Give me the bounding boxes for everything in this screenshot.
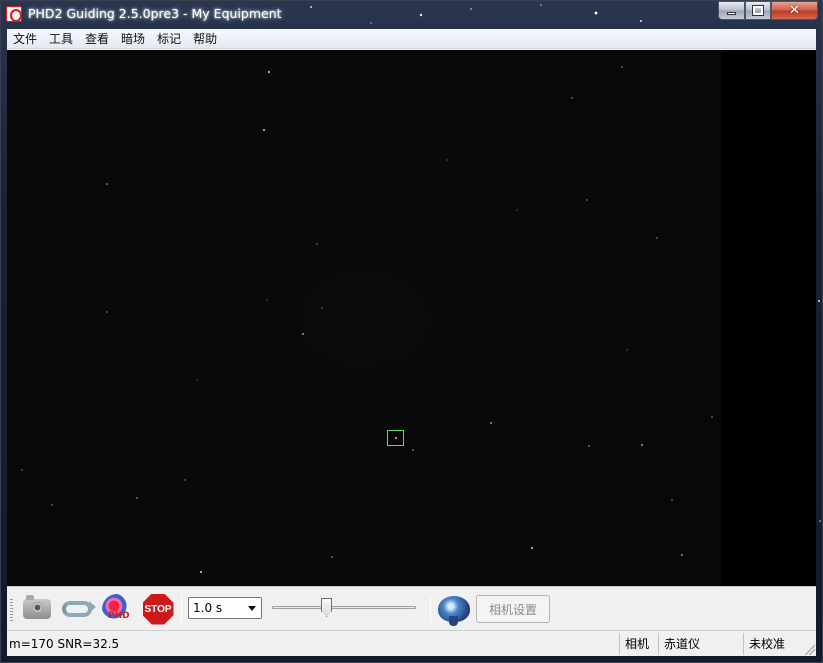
menu-file[interactable]: 文件 [7, 29, 43, 49]
star-field-stars [21, 66, 713, 573]
menu-darks[interactable]: 暗场 [115, 29, 151, 49]
menu-bookmarks[interactable]: 标记 [151, 29, 187, 49]
window-title: PHD2 Guiding 2.5.0pre3 - My Equipment [28, 6, 282, 21]
camera-settings-button[interactable]: 相机设置 [476, 595, 550, 623]
menu-help[interactable]: 帮助 [187, 29, 223, 49]
phd-logo-text: PHD [108, 611, 130, 621]
loop-icon [62, 601, 96, 617]
main-toolbar: PHD STOP 1.0 s 相机设置 [7, 586, 816, 630]
chevron-down-icon [248, 606, 256, 611]
toolbar-separator [430, 595, 431, 623]
minimize-icon [727, 12, 736, 15]
minimize-button[interactable] [718, 1, 745, 20]
mount-status: 赤道仪 [658, 633, 714, 655]
loop-exposure-button[interactable] [60, 593, 96, 625]
phd2-window: PHD2 Guiding 2.5.0pre3 - My Equipment ✕ … [0, 0, 823, 663]
connect-camera-button[interactable] [20, 593, 54, 625]
title-bar: PHD2 Guiding 2.5.0pre3 - My Equipment ✕ [1, 1, 823, 28]
start-guiding-button[interactable]: PHD [100, 593, 134, 625]
slider-track [272, 606, 416, 609]
guide-star-selection-box [387, 430, 404, 446]
brain-icon [438, 596, 470, 626]
close-button[interactable]: ✕ [771, 1, 818, 20]
phd2-app-icon[interactable] [6, 6, 22, 22]
guide-image-viewer[interactable] [7, 50, 816, 586]
window-controls: ✕ [718, 1, 818, 20]
maximize-button[interactable] [745, 1, 771, 20]
client-area: 文件 工具 查看 暗场 标记 帮助 PHD STOP 1.0 s 相机设置 m=… [7, 29, 816, 656]
menu-view[interactable]: 查看 [79, 29, 115, 49]
phd-guide-icon: PHD [102, 594, 132, 624]
menu-bar: 文件 工具 查看 暗场 标记 帮助 [7, 29, 816, 49]
calibration-status: 未校准 [743, 633, 801, 655]
resize-grip[interactable] [803, 643, 815, 655]
star-info: m=170 SNR=32.5 [9, 637, 120, 651]
stop-button[interactable]: STOP [141, 593, 175, 625]
gamma-slider[interactable] [270, 595, 418, 621]
exposure-duration-select[interactable]: 1.0 s [188, 597, 262, 619]
menu-tools[interactable]: 工具 [43, 29, 79, 49]
close-icon: ✕ [789, 3, 800, 18]
status-bar: m=170 SNR=32.5 相机 赤道仪 未校准 [7, 630, 816, 656]
toolbar-separator [181, 595, 182, 623]
maximize-icon [752, 5, 764, 16]
camera-icon [23, 595, 51, 619]
star-field-image [7, 50, 721, 586]
exposure-value: 1.0 s [193, 601, 223, 615]
camera-status: 相机 [619, 633, 657, 655]
slider-thumb[interactable] [321, 598, 332, 617]
advanced-settings-button[interactable] [437, 593, 471, 626]
toolbar-grip[interactable] [10, 599, 13, 621]
stop-icon: STOP [142, 593, 174, 625]
